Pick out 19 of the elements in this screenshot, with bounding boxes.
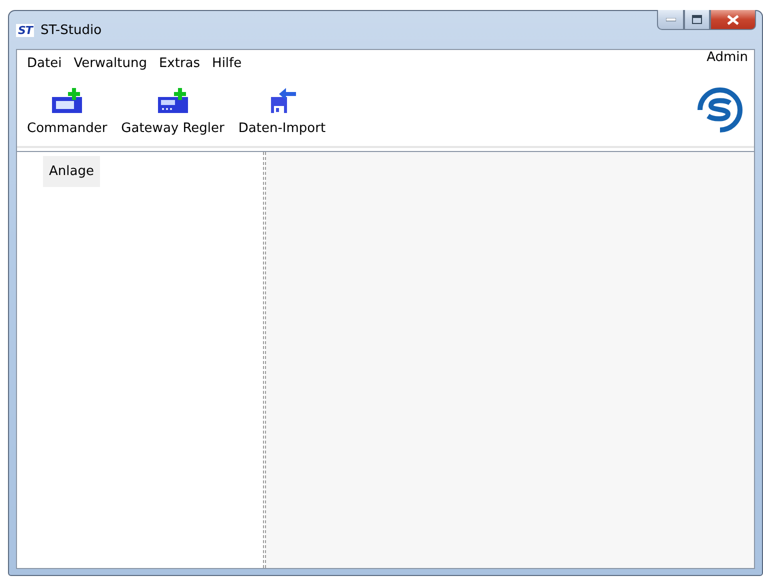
- close-icon: [727, 14, 739, 24]
- toolbar-button[interactable]: Gateway Regler: [115, 87, 230, 146]
- device-add-icon: [50, 87, 84, 115]
- minimize-icon: [666, 18, 676, 22]
- minimize-button[interactable]: [657, 10, 684, 30]
- menu-item[interactable]: Extras: [152, 56, 206, 70]
- maximize-icon: [692, 15, 702, 24]
- user-name: Admin: [706, 50, 748, 65]
- tree-item[interactable]: Anlage: [43, 156, 100, 187]
- toolbar-button[interactable]: Daten-Import: [232, 87, 332, 146]
- close-button[interactable]: [710, 10, 756, 30]
- toolbar-button[interactable]: Commander: [21, 87, 114, 146]
- app-icon: ST: [16, 24, 34, 36]
- device-add-icon: [156, 87, 190, 115]
- menu-item[interactable]: Datei: [21, 56, 68, 70]
- maximize-button[interactable]: [684, 10, 710, 30]
- menu-item[interactable]: Hilfe: [206, 56, 248, 70]
- window-title: ST-Studio: [40, 22, 102, 38]
- menu-item[interactable]: Verwaltung: [68, 56, 153, 70]
